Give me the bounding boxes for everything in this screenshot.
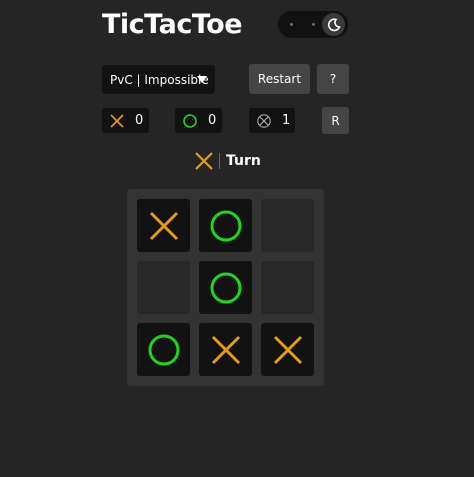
reset-scores-button[interactable]: R [322, 107, 349, 134]
board-cell-9[interactable] [261, 323, 314, 376]
board-cell-7[interactable] [137, 323, 190, 376]
x-icon [149, 211, 178, 240]
x-icon [110, 113, 124, 128]
draw-icon [257, 113, 271, 128]
o-icon [183, 113, 197, 128]
turn-divider [219, 153, 220, 169]
o-icon [148, 334, 179, 365]
score-o-value: 0 [208, 113, 217, 128]
x-icon [195, 152, 213, 170]
toggle-dot [290, 23, 293, 26]
score-x: 0 [102, 108, 149, 133]
game-mode-value: PvC | Impossible [110, 72, 209, 87]
score-draw-value: 1 [282, 113, 291, 128]
board-cell-8[interactable] [199, 323, 252, 376]
x-icon [273, 335, 302, 364]
score-x-value: 0 [135, 113, 144, 128]
score-o: 0 [175, 108, 222, 133]
toggle-dot [312, 23, 315, 26]
board-cell-2[interactable] [199, 199, 252, 252]
board-cell-6[interactable] [261, 261, 314, 314]
caret-down-icon [197, 76, 207, 83]
board-cell-4[interactable] [137, 261, 190, 314]
theme-toggle[interactable] [278, 11, 348, 38]
moon-icon [322, 13, 345, 36]
restart-button[interactable]: Restart [249, 64, 310, 94]
board-cell-3[interactable] [261, 199, 314, 252]
game-board [127, 189, 324, 386]
turn-label: Turn [226, 153, 261, 169]
help-button[interactable]: ? [317, 64, 349, 94]
game-mode-select[interactable]: PvC | Impossible [102, 65, 215, 94]
o-icon [210, 272, 241, 303]
board-cell-5[interactable] [199, 261, 252, 314]
score-draw: 1 [249, 108, 295, 133]
turn-indicator: Turn [194, 150, 261, 172]
x-icon [211, 335, 240, 364]
app-title: TicTacToe [102, 9, 243, 40]
o-icon [210, 210, 241, 241]
board-cell-1[interactable] [137, 199, 190, 252]
